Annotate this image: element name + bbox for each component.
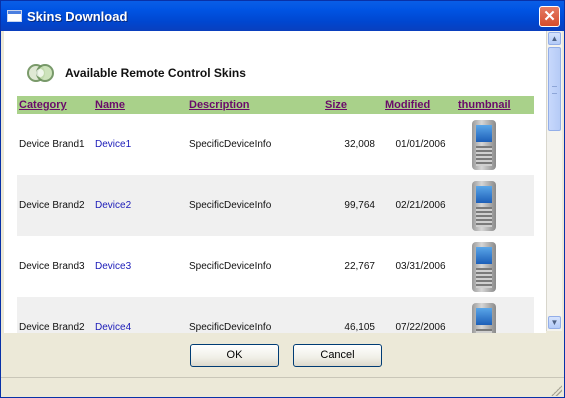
status-bar (1, 377, 564, 398)
window-title: Skins Download (27, 9, 128, 24)
modified-column-header[interactable]: Modified (383, 96, 456, 114)
skins-logo-icon (27, 64, 54, 82)
name-column-header[interactable]: Name (93, 96, 187, 114)
size-cell: 46,105 (323, 297, 383, 333)
device-thumbnail-icon[interactable] (472, 119, 496, 170)
scroll-down-button[interactable]: ▼ (548, 316, 561, 329)
page-heading: Available Remote Control Skins (65, 66, 246, 80)
thumbnail-cell (456, 175, 534, 236)
skins-table: Category Name Description Size Modified … (17, 96, 534, 333)
scroll-thumb[interactable] (548, 47, 561, 131)
thumbnail-cell (456, 297, 534, 333)
category-cell: Device Brand2 (17, 297, 93, 333)
category-cell: Device Brand2 (17, 175, 93, 236)
modified-cell: 01/01/2006 (395, 139, 446, 150)
scroll-up-button[interactable]: ▲ (548, 32, 561, 45)
description-cell: SpecificDeviceInfo (189, 261, 272, 272)
skins-download-window: Skins Download ✕ Available Remote Contro… (0, 0, 565, 398)
thumbnail-cell (456, 236, 534, 297)
category-cell: Device Brand1 (19, 139, 85, 150)
cancel-button[interactable]: Cancel (293, 344, 382, 367)
category-cell: Device Brand3 (19, 261, 85, 272)
size-cell: 99,764 (323, 175, 383, 236)
scroll-grip-icon (552, 86, 557, 94)
size-cell: 22,767 (344, 261, 375, 272)
description-cell: SpecificDeviceInfo (187, 175, 323, 236)
close-button[interactable]: ✕ (539, 6, 560, 27)
device-thumbnail-icon[interactable] (472, 180, 496, 231)
device-thumbnail-icon[interactable] (472, 241, 496, 292)
modified-cell: 02/21/2006 (383, 175, 456, 236)
skins-list-panel: Available Remote Control Skins Category … (4, 31, 546, 333)
device-thumbnail-icon[interactable] (472, 302, 496, 333)
category-column-header[interactable]: Category (17, 96, 93, 114)
size-column-header[interactable]: Size (323, 96, 383, 114)
modified-cell: 03/31/2006 (395, 261, 446, 272)
thumbnail-cell (456, 114, 534, 175)
table-header-row: Category Name Description Size Modified … (17, 96, 534, 114)
device-link[interactable]: Device1 (93, 114, 187, 175)
description-cell: SpecificDeviceInfo (187, 297, 323, 333)
title-bar[interactable]: Skins Download ✕ (1, 1, 564, 31)
ok-button[interactable]: OK (190, 344, 279, 367)
description-cell: SpecificDeviceInfo (189, 139, 272, 150)
table-row[interactable]: Device Brand3 Device3 SpecificDeviceInfo… (17, 236, 534, 297)
device-link[interactable]: Device2 (93, 175, 187, 236)
vertical-scrollbar[interactable]: ▲ ▼ (546, 31, 562, 331)
table-row[interactable]: Device Brand2 Device4 SpecificDeviceInfo… (17, 297, 534, 333)
description-column-header[interactable]: Description (187, 96, 323, 114)
size-cell: 32,008 (344, 139, 375, 150)
table-row[interactable]: Device Brand2 Device2 SpecificDeviceInfo… (17, 175, 534, 236)
table-row[interactable]: Device Brand1 Device1 SpecificDeviceInfo… (17, 114, 534, 175)
resize-grip-icon[interactable] (551, 385, 562, 396)
device-link[interactable]: Device4 (93, 297, 187, 333)
modified-cell: 07/22/2006 (383, 297, 456, 333)
window-icon (7, 10, 22, 22)
device-link[interactable]: Device3 (93, 236, 187, 297)
thumbnail-column-header[interactable]: thumbnail (456, 96, 534, 114)
